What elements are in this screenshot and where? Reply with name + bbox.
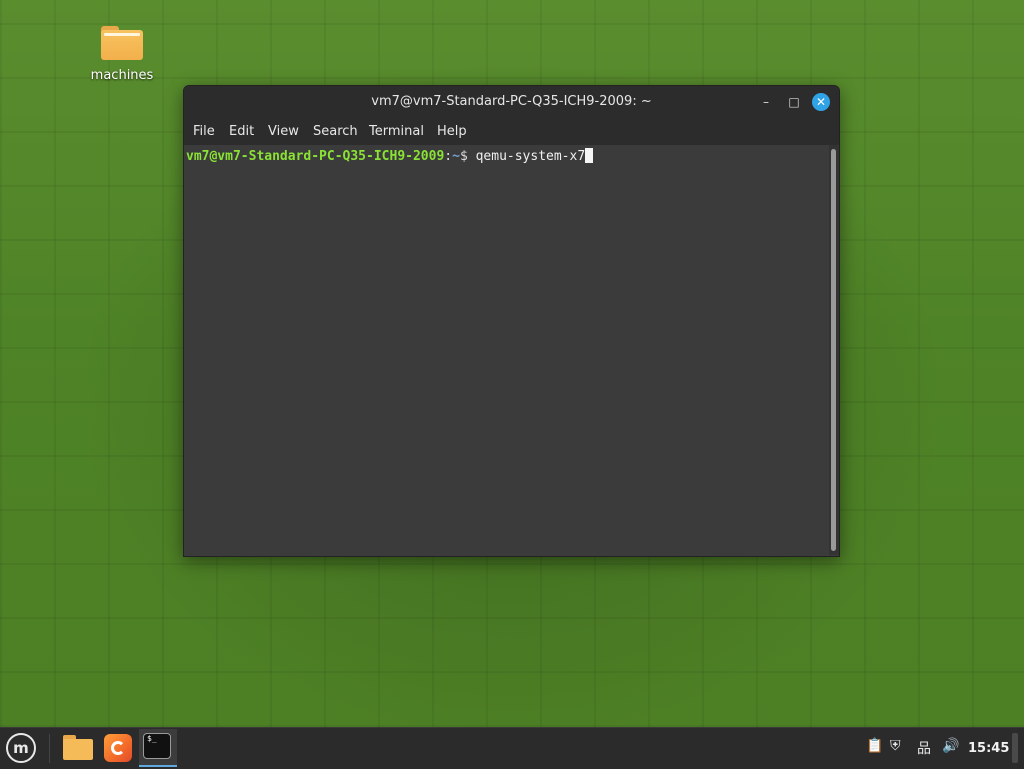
desktop-icon-label: machines	[90, 68, 154, 83]
text-cursor	[585, 148, 594, 163]
clock[interactable]: 15:45	[968, 741, 1009, 756]
scrollbar-thumb[interactable]	[831, 149, 836, 551]
menu-edit[interactable]: Edit	[229, 124, 254, 139]
taskbar-terminal-button[interactable]: $_	[139, 729, 177, 767]
show-desktop-button[interactable]	[1012, 733, 1018, 763]
mint-menu-icon[interactable]: m	[6, 733, 36, 763]
terminal-text-area[interactable]: vm7@vm7-Standard-PC-Q35-ICH9-2009:~$ qem…	[184, 145, 829, 555]
prompt-user-host: vm7@vm7-Standard-PC-Q35-ICH9-2009	[186, 149, 445, 164]
menu-terminal[interactable]: Terminal	[369, 124, 424, 139]
folder-icon	[101, 24, 143, 60]
files-icon[interactable]	[62, 735, 94, 761]
maximize-button[interactable]: □	[785, 93, 803, 111]
scrollbar[interactable]	[829, 145, 839, 555]
window-title: vm7@vm7-Standard-PC-Q35-ICH9-2009: ~	[371, 94, 652, 109]
prompt-line: vm7@vm7-Standard-PC-Q35-ICH9-2009:~$ qem…	[186, 148, 594, 164]
prompt-directory: ~	[452, 149, 460, 164]
taskbar-separator	[49, 734, 50, 763]
typed-command: qemu-system-x7	[475, 149, 586, 164]
menu-view[interactable]: View	[268, 124, 299, 139]
terminal-window[interactable]: vm7@vm7-Standard-PC-Q35-ICH9-2009: ~ – □…	[183, 85, 840, 557]
desktop: machines vm7@vm7-Standard-PC-Q35-ICH9-20…	[0, 0, 1024, 727]
menu-file[interactable]: File	[193, 124, 215, 139]
network-icon[interactable]: 品	[917, 738, 931, 758]
window-titlebar[interactable]: vm7@vm7-Standard-PC-Q35-ICH9-2009: ~ – □…	[184, 86, 839, 118]
terminal-icon: $_	[143, 733, 171, 759]
minimize-button[interactable]: –	[757, 93, 775, 111]
firefox-icon[interactable]	[104, 734, 132, 762]
close-button[interactable]: ✕	[812, 93, 830, 111]
menu-bar: File Edit View Search Terminal Help	[184, 118, 839, 145]
taskbar: m $_ 📋 ⛨ 品 🔊 15:45	[0, 727, 1024, 769]
prompt-separator: :	[444, 149, 453, 164]
prompt-symbol: $	[459, 149, 476, 164]
shield-icon[interactable]: ⛨	[890, 738, 901, 754]
volume-icon[interactable]: 🔊	[942, 738, 959, 754]
menu-search[interactable]: Search	[313, 124, 358, 139]
clipboard-icon[interactable]: 📋	[866, 738, 883, 754]
menu-help[interactable]: Help	[437, 124, 467, 139]
desktop-icon-machines[interactable]: machines	[86, 24, 158, 83]
